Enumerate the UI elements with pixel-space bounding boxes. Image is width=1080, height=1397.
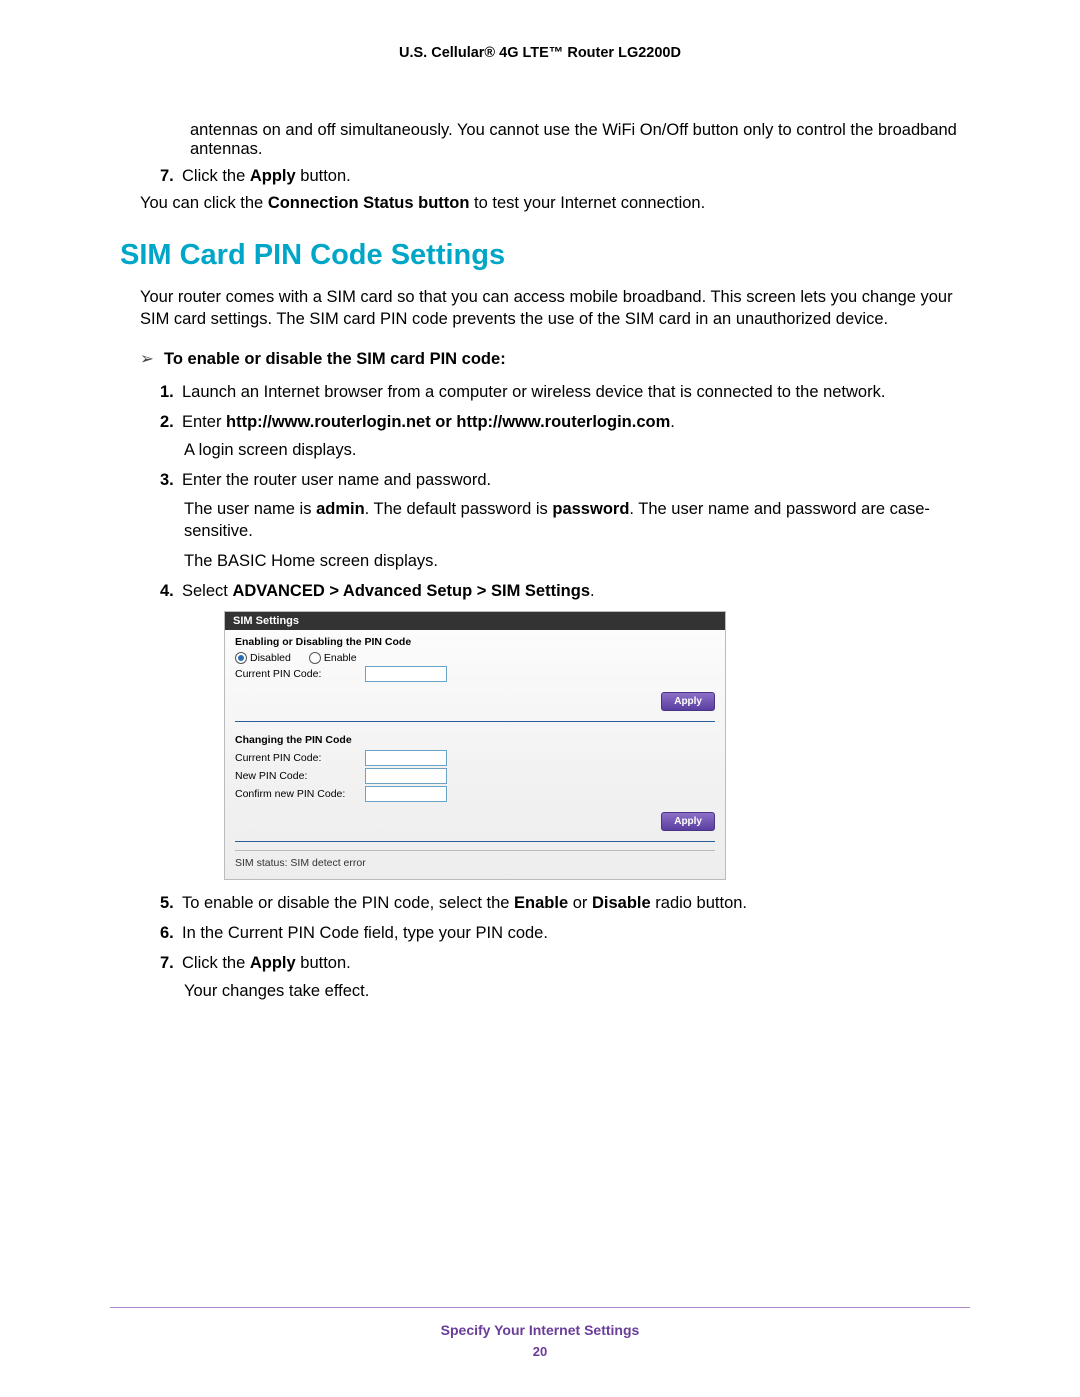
ordered-steps: 1.Launch an Internet browser from a comp… [160, 381, 960, 1003]
text-fragment: You can click the [140, 194, 268, 212]
step-4: 4.Select ADVANCED > Advanced Setup > SIM… [160, 580, 960, 602]
bold-admin: admin [316, 500, 365, 518]
confirm-pin-input[interactable] [365, 786, 447, 802]
divider [235, 721, 715, 722]
text-fragment: To enable or disable the PIN code, selec… [182, 894, 514, 912]
current-pin-row-2: Current PIN Code: [235, 750, 715, 766]
text-fragment: The user name is [184, 500, 316, 518]
current-pin-label: Current PIN Code: [235, 668, 365, 680]
footer-page-number: 20 [110, 1344, 970, 1359]
enable-radio[interactable] [309, 652, 321, 664]
current-pin-row: Current PIN Code: [235, 666, 715, 682]
bold-password: password [552, 500, 629, 518]
bold-navpath: ADVANCED > Advanced Setup > SIM Settings [232, 582, 590, 600]
text-fragment: Click the [182, 167, 250, 185]
change-pin-section: Changing the PIN Code Current PIN Code: … [225, 728, 725, 808]
text-fragment: . [590, 582, 595, 600]
text-fragment: or [568, 894, 592, 912]
text-fragment: Click the [182, 954, 250, 972]
text-fragment: Enter [182, 413, 226, 431]
step-text: Enter http://www.routerlogin.net or http… [182, 413, 675, 431]
step-sub: A login screen displays. [184, 439, 960, 461]
new-pin-input[interactable] [365, 768, 447, 784]
step-2: 2.Enter http://www.routerlogin.net or ht… [160, 411, 960, 462]
sim-settings-titlebar: SIM Settings [225, 612, 725, 630]
step-sub: Your changes take effect. [184, 980, 960, 1002]
page-content: antennas on and off simultaneously. You … [110, 121, 970, 1003]
section-header: Enabling or Disabling the PIN Code [235, 636, 715, 648]
bold-enable: Enable [514, 894, 568, 912]
step-1: 1.Launch an Internet browser from a comp… [160, 381, 960, 403]
enable-disable-section: Enabling or Disabling the PIN Code Disab… [225, 630, 725, 688]
step-text: Enter the router user name and password. [182, 471, 491, 489]
footer-divider [110, 1307, 970, 1308]
apply-button[interactable]: Apply [661, 692, 715, 711]
top-step-7: 7.Click the Apply button. [160, 167, 960, 186]
text-fragment: button. [296, 167, 351, 185]
step-3: 3.Enter the router user name and passwor… [160, 469, 960, 572]
text-fragment: . The default password is [365, 500, 553, 518]
apply-row-1: Apply [225, 688, 725, 719]
text-fragment: button. [296, 954, 351, 972]
apply-button[interactable]: Apply [661, 812, 715, 831]
step-5: 5.To enable or disable the PIN code, sel… [160, 892, 960, 914]
confirm-pin-label: Confirm new PIN Code: [235, 788, 365, 800]
bold-url: http://www.routerlogin.net or http://www… [226, 413, 670, 431]
document-page: U.S. Cellular® 4G LTE™ Router LG2200D an… [0, 0, 1080, 1397]
radio-row: Disabled Enable [235, 652, 715, 664]
step-text: In the Current PIN Code field, type your… [182, 924, 548, 942]
divider [235, 850, 715, 851]
section-heading: SIM Card PIN Code Settings [120, 239, 960, 272]
intro-paragraph: Your router comes with a SIM card so tha… [140, 286, 960, 331]
current-pin-input-2[interactable] [365, 750, 447, 766]
current-pin-label: Current PIN Code: [235, 752, 365, 764]
disabled-label: Disabled [250, 652, 291, 664]
step-7: 7.Click the Apply button. Your changes t… [160, 952, 960, 1003]
apply-row-2: Apply [225, 808, 725, 839]
text-fragment: radio button. [651, 894, 747, 912]
confirm-pin-row: Confirm new PIN Code: [235, 786, 715, 802]
sim-settings-screenshot: SIM Settings Enabling or Disabling the P… [224, 611, 726, 880]
page-header: U.S. Cellular® 4G LTE™ Router LG2200D [110, 45, 970, 61]
step-marker: 7. [160, 952, 182, 974]
step-sub: The user name is admin. The default pass… [184, 498, 960, 543]
step-text: Select ADVANCED > Advanced Setup > SIM S… [182, 582, 595, 600]
step-text: To enable or disable the PIN code, selec… [182, 894, 747, 912]
step-text: Click the Apply button. [182, 954, 351, 972]
step-marker: 3. [160, 469, 182, 491]
bold-connection-status: Connection Status button [268, 194, 470, 212]
antenna-paragraph: antennas on and off simultaneously. You … [190, 121, 960, 159]
step-marker: 2. [160, 411, 182, 433]
bold-apply: Apply [250, 954, 296, 972]
divider [235, 841, 715, 842]
sim-status-text: SIM status: SIM detect error [225, 855, 725, 879]
step-marker: 7. [160, 167, 182, 186]
step-marker: 1. [160, 381, 182, 403]
step-marker: 4. [160, 580, 182, 602]
current-pin-input[interactable] [365, 666, 447, 682]
text-fragment: to test your Internet connection. [469, 194, 705, 212]
triangle-bullet-icon: ➢ [140, 349, 164, 369]
new-pin-row: New PIN Code: [235, 768, 715, 784]
new-pin-label: New PIN Code: [235, 770, 365, 782]
bold-apply: Apply [250, 167, 296, 185]
text-fragment: . [670, 413, 675, 431]
text-fragment: Select [182, 582, 232, 600]
step-sub: The BASIC Home screen displays. [184, 550, 960, 572]
section-header: Changing the PIN Code [235, 734, 715, 746]
step-marker: 5. [160, 892, 182, 914]
footer-section-title: Specify Your Internet Settings [110, 1322, 970, 1338]
disabled-radio[interactable] [235, 652, 247, 664]
connection-status-note: You can click the Connection Status butt… [140, 194, 960, 213]
procedure-title-text: To enable or disable the SIM card PIN co… [164, 350, 506, 368]
step-text: Launch an Internet browser from a comput… [182, 383, 885, 401]
enable-label: Enable [324, 652, 357, 664]
step-6: 6.In the Current PIN Code field, type yo… [160, 922, 960, 944]
procedure-title: ➢To enable or disable the SIM card PIN c… [140, 349, 960, 369]
step-marker: 6. [160, 922, 182, 944]
page-footer: Specify Your Internet Settings 20 [110, 1307, 970, 1359]
bold-disable: Disable [592, 894, 651, 912]
